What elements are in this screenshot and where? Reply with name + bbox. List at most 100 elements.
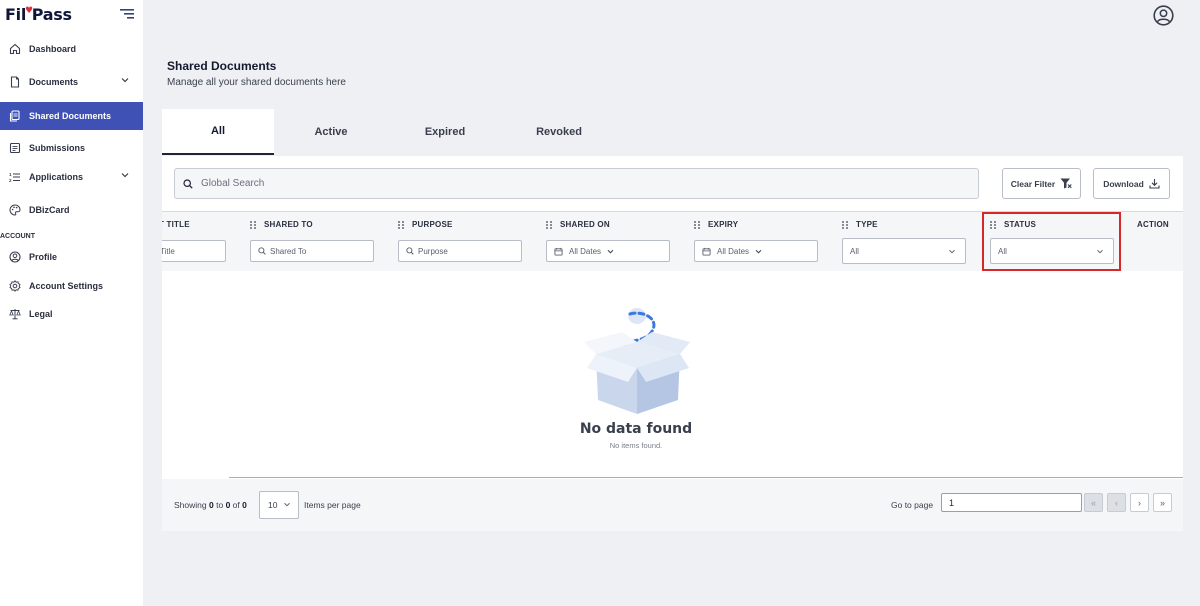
empty-state-title: No data found (579, 421, 693, 437)
chevron-down-icon (949, 249, 955, 254)
shared-to-filter-input[interactable] (270, 246, 360, 256)
drag-handle-icon[interactable] (694, 220, 700, 229)
chevron-down-icon (284, 502, 290, 507)
search-icon (183, 178, 193, 189)
items-per-page-select[interactable]: 10 (259, 491, 299, 519)
tab-active[interactable]: Active (275, 109, 387, 155)
last-page-button[interactable]: » (1153, 493, 1172, 512)
column-header-expiry[interactable]: EXPIRY (694, 220, 738, 229)
items-per-page-value: 10 (268, 500, 278, 510)
column-header-purpose[interactable]: PURPOSE (398, 220, 453, 229)
title-filter-input[interactable] (162, 246, 250, 256)
showing-to: 0 (225, 500, 231, 510)
title-filter[interactable] (162, 240, 250, 262)
filpass-logo[interactable]: Fil♥Pass (5, 5, 72, 24)
logo-letter-p: P (31, 5, 43, 24)
download-button[interactable]: Download (1093, 168, 1170, 199)
svg-text:2: 2 (9, 178, 12, 183)
column-header-label: SHARED ON (560, 220, 610, 229)
column-shared-to: SHARED TO (250, 212, 380, 271)
global-search[interactable] (174, 168, 979, 199)
sidebar-item-submissions[interactable]: Submissions (0, 134, 143, 162)
sidebar-item-account-settings[interactable]: Account Settings (0, 272, 143, 300)
sidebar-item-applications[interactable]: 12 Applications (0, 163, 143, 191)
sidebar-item-label: Documents (29, 77, 79, 87)
type-select-value: All (850, 246, 859, 256)
tab-all[interactable]: All (162, 109, 274, 155)
sidebar-item-label: Legal (29, 309, 53, 319)
empty-box-illustration (584, 308, 690, 414)
chevron-down-icon (121, 173, 129, 178)
sidebar-item-documents[interactable]: Documents (0, 68, 143, 96)
shared-to-filter[interactable] (250, 240, 374, 262)
pagination-bar: Showing 0 to 0 of 0 10 Items per page Go… (162, 479, 1183, 531)
logo-text-prefix: Fil (5, 5, 26, 24)
submissions-icon (8, 142, 21, 155)
menu-toggle-icon[interactable] (120, 8, 134, 20)
shared-on-value: All Dates (569, 246, 602, 256)
drag-handle-icon[interactable] (398, 220, 404, 229)
search-icon (406, 247, 414, 255)
filter-clear-icon (1060, 178, 1072, 189)
column-header-title[interactable]: T TITLE (162, 220, 190, 229)
go-to-page-label: Go to page (891, 500, 934, 510)
sidebar-item-legal[interactable]: Legal (0, 300, 143, 328)
shared-on-date-filter[interactable]: All Dates (546, 240, 670, 262)
shared-documents-icon (8, 110, 21, 123)
sidebar-item-dbizcard[interactable]: DBizCard (0, 196, 143, 224)
settings-icon (8, 280, 21, 293)
sidebar-item-label: Shared Documents (29, 111, 112, 121)
drag-handle-icon[interactable] (546, 220, 552, 229)
sidebar-item-profile[interactable]: Profile (0, 243, 143, 271)
column-header-type[interactable]: TYPE (842, 220, 878, 229)
first-page-button[interactable]: « (1084, 493, 1103, 512)
download-icon (1149, 179, 1160, 189)
chevron-down-icon (121, 78, 129, 83)
showing-summary: Showing 0 to 0 of 0 (174, 500, 247, 510)
showing-from: 0 (208, 500, 214, 510)
column-header-action: ACTION (1137, 220, 1169, 229)
clear-filter-label: Clear Filter (1010, 178, 1056, 189)
showing-to-label: to (216, 500, 224, 510)
account-section-label: ACCOUNT (0, 233, 35, 240)
showing-prefix: Showing (174, 500, 207, 510)
sidebar-item-dashboard[interactable]: Dashboard (0, 35, 143, 63)
chevron-down-icon (607, 249, 614, 253)
sidebar-item-shared-documents[interactable]: Shared Documents (0, 102, 143, 130)
applications-icon: 12 (8, 171, 21, 184)
tab-expired[interactable]: Expired (389, 109, 501, 155)
user-avatar-icon[interactable] (1153, 5, 1174, 26)
horizontal-scrollbar[interactable] (229, 477, 1183, 478)
type-select[interactable]: All (842, 238, 966, 264)
column-header-label: EXPIRY (708, 220, 739, 229)
page-title: Shared Documents (167, 59, 277, 73)
sidebar: Fil♥Pass Dashboard Documents Shared Docu… (0, 0, 143, 606)
chevron-down-icon (755, 249, 762, 253)
empty-state: No data found No items found. (162, 271, 1183, 479)
sidebar-item-label: Applications (29, 172, 84, 182)
column-header-shared-to[interactable]: SHARED TO (250, 220, 313, 229)
purpose-filter[interactable] (398, 240, 522, 262)
drag-handle-icon[interactable] (842, 220, 848, 229)
download-label: Download (1103, 178, 1144, 189)
calendar-icon (554, 247, 563, 256)
column-purpose: PURPOSE (398, 212, 528, 271)
column-shared-on: SHARED ON All Dates (546, 212, 676, 271)
global-search-input[interactable] (201, 178, 941, 189)
tab-revoked[interactable]: Revoked (503, 109, 615, 155)
expiry-date-filter[interactable]: All Dates (694, 240, 818, 262)
clear-filter-button[interactable]: Clear Filter (1002, 168, 1081, 199)
go-to-page-input[interactable] (941, 493, 1082, 512)
next-page-button[interactable]: › (1130, 493, 1149, 512)
column-action: ACTION (1137, 212, 1183, 271)
column-header-shared-on[interactable]: SHARED ON (546, 220, 610, 229)
column-type: TYPE All (842, 212, 972, 271)
column-header-label: PURPOSE (412, 220, 453, 229)
page-subtitle: Manage all your shared documents here (167, 77, 346, 88)
sidebar-item-label: Profile (29, 252, 58, 262)
profile-icon (8, 251, 21, 264)
drag-handle-icon[interactable] (250, 220, 256, 229)
showing-of-label: of (232, 500, 240, 510)
previous-page-button[interactable]: ‹ (1107, 493, 1126, 512)
purpose-filter-input[interactable] (418, 246, 508, 256)
